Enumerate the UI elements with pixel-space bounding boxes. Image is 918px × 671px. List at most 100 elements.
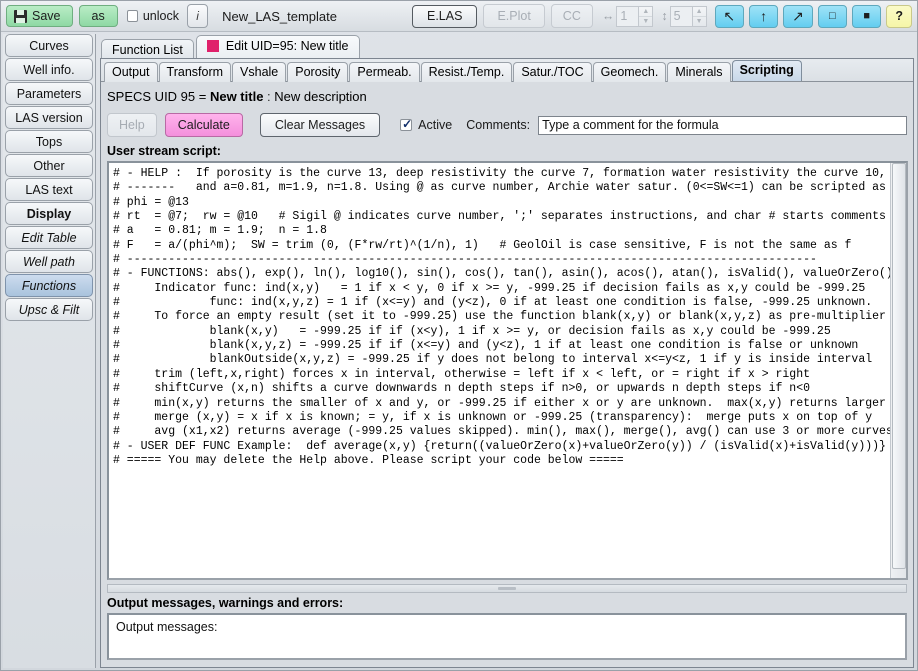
sidebar-item-parameters[interactable]: Parameters xyxy=(5,82,93,105)
left-sidebar: Curves Well info. Parameters LAS version Top… xyxy=(3,34,96,668)
sidebar-item-other[interactable]: Other xyxy=(5,154,93,177)
clear-messages-label: Clear Messages xyxy=(274,118,366,132)
arrow-up-left-icon: ↖ xyxy=(723,8,736,24)
help-action-label: Help xyxy=(119,118,145,132)
tab-vshale[interactable]: Vshale xyxy=(232,62,287,82)
tab-permeab[interactable]: Permeab. xyxy=(349,62,420,82)
specs-prefix: SPECS UID 95 = xyxy=(107,89,210,104)
sidebar-item-well-info[interactable]: Well info. xyxy=(5,58,93,81)
save-button[interactable]: Save xyxy=(6,5,73,27)
info-button[interactable]: i xyxy=(186,4,209,28)
top-toolbar: Save as unlock i New_LAS_template E.LAS … xyxy=(1,1,917,32)
unlock-checkbox[interactable] xyxy=(126,10,138,22)
tab-label: Permeab. xyxy=(357,65,412,79)
maximize-window-button[interactable]: ■ xyxy=(851,4,882,28)
main-area: Function List Edit UID=95: New title Outp… xyxy=(97,32,917,670)
sidebar-item-label: Parameters xyxy=(16,86,82,101)
horizontal-arrows-icon: ↔ xyxy=(601,9,615,23)
calculate-button[interactable]: Calculate xyxy=(164,113,243,137)
tab-geomech[interactable]: Geomech. xyxy=(592,62,667,82)
help-button[interactable]: ? xyxy=(886,4,913,28)
export-plot-label: E.Plot xyxy=(497,9,531,23)
save-as-label: as xyxy=(91,9,105,23)
tab-label: Scripting xyxy=(739,63,794,77)
help-button-label: ? xyxy=(895,9,903,23)
arrow-up-right-icon: ↗ xyxy=(792,8,804,24)
template-name: New_LAS_template xyxy=(222,8,337,24)
sidebar-item-las-text[interactable]: LAS text xyxy=(5,178,93,201)
script-editor-scroll-thumb[interactable] xyxy=(892,163,906,569)
document-tab-edit-uid[interactable]: Edit UID=95: New title xyxy=(195,35,360,59)
restore-window-button[interactable]: □ xyxy=(817,4,847,28)
specs-description: New description xyxy=(274,89,367,104)
sidebar-item-label: LAS version xyxy=(15,110,83,125)
sidebar-item-las-version[interactable]: LAS version xyxy=(5,106,93,129)
action-row: Help Calculate Clear Messages Active Com… xyxy=(101,110,913,139)
sidebar-item-label: Well path xyxy=(23,254,75,269)
sidebar-item-label: LAS text xyxy=(25,182,73,197)
output-messages-box[interactable]: Output messages: xyxy=(107,613,907,660)
output-section-label: Output messages, warnings and errors: xyxy=(107,596,344,610)
sidebar-item-curves[interactable]: Curves xyxy=(5,34,93,57)
script-editor[interactable]: # - HELP : If porosity is the curve 13, … xyxy=(109,163,890,578)
tab-label: Minerals xyxy=(675,65,723,79)
tab-label: Porosity xyxy=(295,65,341,79)
specs-line: SPECS UID 95 = New title : New descripti… xyxy=(101,82,913,110)
script-editor-scrollbar[interactable] xyxy=(890,163,906,578)
horizontal-count-stepper[interactable]: 1 ▲ ▼ xyxy=(616,5,654,27)
nav-back-button[interactable]: ↖ xyxy=(714,4,744,28)
calculate-button-label: Calculate xyxy=(177,118,230,132)
save-button-label: Save xyxy=(32,9,61,23)
tab-satur-toc[interactable]: Satur./TOC xyxy=(513,62,592,82)
document-tab-label: Edit UID=95: New title xyxy=(225,39,349,53)
sidebar-item-label: Upsc & Filt xyxy=(18,302,80,317)
sidebar-item-label: Edit Table xyxy=(21,230,77,245)
cc-label: CC xyxy=(562,9,581,23)
export-plot-button: E.Plot xyxy=(483,4,545,28)
tab-minerals[interactable]: Minerals xyxy=(667,62,731,82)
horizontal-count-arrows[interactable]: ▲ ▼ xyxy=(638,5,654,27)
sidebar-item-label: Curves xyxy=(29,38,69,53)
sidebar-item-tops[interactable]: Tops xyxy=(5,130,93,153)
sidebar-item-edit-table[interactable]: Edit Table xyxy=(5,226,93,249)
specs-separator: : xyxy=(263,89,275,104)
category-tabs: Output Transform Vshale Porosity Permeab. Res… xyxy=(101,59,913,82)
sidebar-item-well-path[interactable]: Well path xyxy=(5,250,93,273)
nav-forward-button[interactable]: ↗ xyxy=(783,4,813,28)
sidebar-item-label: Other xyxy=(33,158,65,173)
panel-splitter[interactable] xyxy=(107,584,907,593)
floppy-disk-icon xyxy=(14,9,27,23)
tab-scripting[interactable]: Scripting xyxy=(731,60,802,81)
tab-label: Output xyxy=(112,65,150,79)
clear-messages-button[interactable]: Clear Messages xyxy=(259,113,381,137)
active-checkbox[interactable] xyxy=(400,117,412,131)
cc-button: CC xyxy=(550,4,593,28)
tab-porosity[interactable]: Porosity xyxy=(287,62,349,82)
export-las-label: E.LAS xyxy=(427,9,463,23)
editor-section-label: User stream script: xyxy=(107,144,221,158)
tab-transform[interactable]: Transform xyxy=(158,62,232,82)
active-label: Active xyxy=(418,118,453,132)
output-messages-text: Output messages: xyxy=(116,620,218,634)
horizontal-count-value[interactable]: 1 xyxy=(616,5,639,27)
tab-label: Geomech. xyxy=(600,65,659,79)
script-editor-container: # - HELP : If porosity is the curve 13, … xyxy=(107,161,908,580)
export-las-button[interactable]: E.LAS xyxy=(412,4,478,28)
splitter-grip xyxy=(498,587,516,590)
nav-up-button[interactable]: ↑ xyxy=(748,4,779,28)
vertical-count-stepper[interactable]: 5 ▲ ▼ xyxy=(669,5,707,27)
sidebar-item-upsc-filt[interactable]: Upsc & Filt xyxy=(5,298,93,321)
tab-label: Resist./Temp. xyxy=(428,65,505,79)
sidebar-item-functions[interactable]: Functions xyxy=(5,274,93,297)
tab-resist-temp[interactable]: Resist./Temp. xyxy=(420,62,513,82)
sidebar-item-label: Well info. xyxy=(23,62,75,77)
sidebar-item-label: Functions xyxy=(21,278,77,293)
save-as-button[interactable]: as xyxy=(78,5,118,27)
vertical-count-value[interactable]: 5 xyxy=(669,5,692,27)
document-tab-label: Function List xyxy=(112,43,183,57)
arrow-up-icon: ↑ xyxy=(760,8,768,24)
tab-output[interactable]: Output xyxy=(104,62,158,82)
sidebar-item-display[interactable]: Display xyxy=(5,202,93,225)
vertical-count-arrows[interactable]: ▲ ▼ xyxy=(691,5,707,27)
comments-input[interactable] xyxy=(538,115,907,135)
